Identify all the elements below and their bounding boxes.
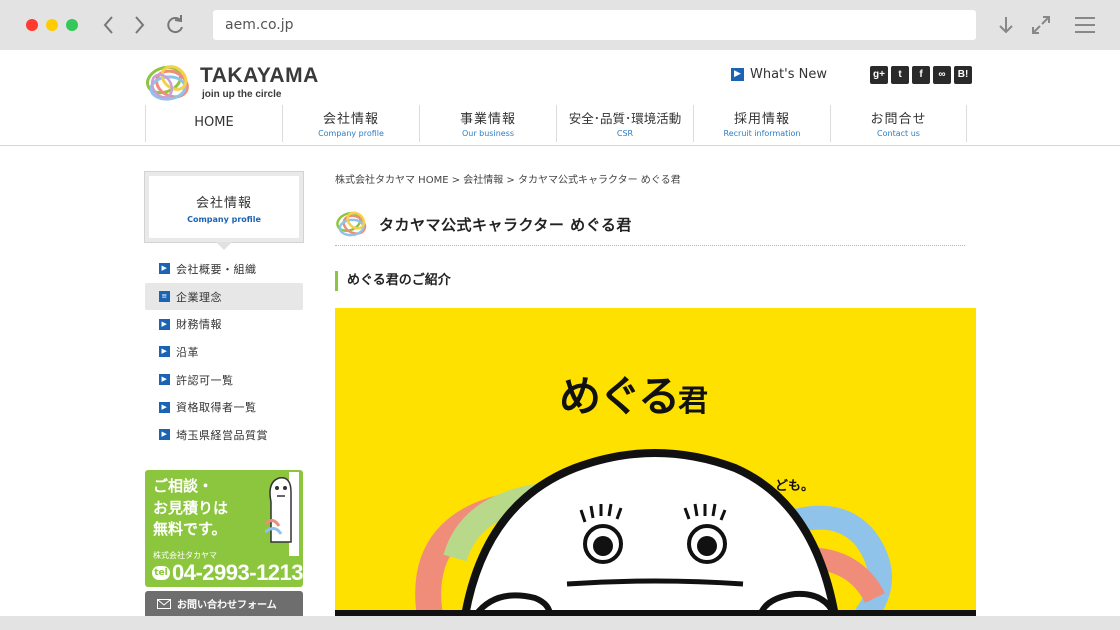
sidebar-item-qualifications[interactable]: ▶ 資格取得者一覧 <box>145 393 303 421</box>
sidebar-menu: ▶ 会社概要・組織 ≡ 企業理念 ▶ 財務情報 ▶ 沿革 ▶ 許認可一覧 ▶ 資… <box>145 255 303 449</box>
sidebar-item-philosophy[interactable]: ≡ 企業理念 <box>145 282 303 311</box>
site-logo[interactable]: TAKAYAMA join up the circle <box>144 60 318 106</box>
mascot-icon <box>265 472 299 556</box>
sidebar-item-label: 企業理念 <box>176 290 222 304</box>
page-title-bar: タカヤマ公式キャラクター めぐる君 <box>335 208 965 246</box>
sidebar-item-licenses[interactable]: ▶ 許認可一覧 <box>145 366 303 394</box>
mascot-name-title: めぐる君 <box>559 363 708 424</box>
google-plus-icon[interactable]: g+ <box>870 66 888 84</box>
contact-form-button[interactable]: お問い合わせフォーム <box>145 591 303 616</box>
consultation-text: ご相談・ お見積りは 無料です。 <box>153 476 228 541</box>
back-arrow-icon[interactable] <box>98 13 120 37</box>
nav-home[interactable]: HOME <box>145 105 282 142</box>
arrow-right-icon: ▶ <box>159 401 170 413</box>
list-icon: ≡ <box>159 291 170 303</box>
contact-form-label: お問い合わせフォーム <box>177 600 277 611</box>
phone-number: 04-2993-1213 <box>172 560 303 585</box>
nav-sublabel: Our business <box>461 129 515 138</box>
global-navigation: HOME 会社情報 Company profile 事業情報 Our busin… <box>145 105 967 142</box>
nav-sublabel: Recruit information <box>723 129 801 138</box>
phone-icon: tel <box>152 566 170 580</box>
nav-csr[interactable]: 安全･品質･環境活動 CSR <box>556 105 693 142</box>
sidebar-item-label: 許認可一覧 <box>176 373 234 387</box>
page-title: タカヤマ公式キャラクター めぐる君 <box>379 216 632 234</box>
arrow-right-icon: ▶ <box>159 318 170 330</box>
consultation-line: お見積りは <box>153 498 229 517</box>
nav-contact[interactable]: お問合せ Contact us <box>830 105 967 142</box>
address-bar[interactable]: aem.co.jp <box>213 10 976 40</box>
fullscreen-icon[interactable] <box>1030 14 1052 36</box>
nav-label: お問合せ <box>870 112 927 127</box>
menu-icon[interactable] <box>1074 14 1096 36</box>
browser-bottom-edge <box>0 616 1120 630</box>
sidebar-item-history[interactable]: ▶ 沿革 <box>145 338 303 366</box>
social-links: g+ t f ∞ B! <box>870 66 972 84</box>
nav-sublabel: Company profile <box>318 129 384 138</box>
nav-label: HOME <box>194 115 234 130</box>
sidebar-title-pointer <box>216 242 232 250</box>
sidebar-title: 会社情報 Company profile <box>144 171 304 243</box>
minimize-window-button[interactable] <box>46 19 58 31</box>
maximize-window-button[interactable] <box>66 19 78 31</box>
mascot-illustration <box>335 449 976 616</box>
nav-label: 安全･品質･環境活動 <box>568 111 682 126</box>
sidebar-item-label: 沿革 <box>176 345 199 359</box>
sidebar-item-label: 財務情報 <box>176 318 222 332</box>
logo-circles-icon <box>146 65 189 101</box>
arrow-right-icon: ▶ <box>159 374 170 386</box>
reload-icon[interactable] <box>164 13 186 37</box>
nav-label: 採用情報 <box>733 112 790 127</box>
twitter-icon[interactable]: t <box>891 66 909 84</box>
nav-recruit[interactable]: 採用情報 Recruit information <box>693 105 830 142</box>
nav-label: 事業情報 <box>459 112 516 127</box>
sidebar-item-label: 埼玉県経営品質賞 <box>176 428 268 442</box>
nav-sublabel: Contact us <box>877 129 920 138</box>
nav-label: 会社情報 <box>322 112 379 127</box>
consultation-line: 無料です。 <box>153 520 227 538</box>
sidebar-title-jp: 会社情報 <box>195 196 252 211</box>
logo-wordmark: TAKAYAMA <box>200 64 319 87</box>
consultation-line: ご相談・ <box>153 477 214 495</box>
section-heading: めぐる君のご紹介 <box>335 271 451 291</box>
sidebar-title-en: Company profile <box>187 215 261 224</box>
mascot-name: めぐる <box>559 372 680 421</box>
sidebar-item-label: 資格取得者一覧 <box>176 401 257 415</box>
close-window-button[interactable] <box>26 19 38 31</box>
mascot-hero-image: めぐる君 ども。 <box>335 308 976 616</box>
free-consultation-banner[interactable]: ご相談・ お見積りは 無料です。 株式会社タカヤマ tel 04-2993-12… <box>145 470 303 587</box>
nav-company-profile[interactable]: 会社情報 Company profile <box>282 105 419 142</box>
arrow-right-icon: ▶ <box>159 346 170 358</box>
facebook-icon[interactable]: f <box>912 66 930 84</box>
hatena-bookmark-icon[interactable]: B! <box>954 66 972 84</box>
webpage: TAKAYAMA join up the circle ▶ What's New… <box>0 50 1120 616</box>
arrow-right-icon: ▶ <box>731 68 744 81</box>
forward-arrow-icon[interactable] <box>128 13 150 37</box>
browser-toolbar: aem.co.jp <box>0 0 1120 50</box>
link-icon[interactable]: ∞ <box>933 66 951 84</box>
mail-icon <box>157 598 171 609</box>
whats-new-link[interactable]: ▶ What's New <box>731 67 827 82</box>
sidebar-item-overview[interactable]: ▶ 会社概要・組織 <box>145 255 303 283</box>
mascot-name-suffix: 君 <box>678 384 709 419</box>
whats-new-label: What's New <box>750 67 827 82</box>
mascot-speech: ども。 <box>775 479 815 494</box>
sidebar-item-quality-award[interactable]: ▶ 埼玉県経営品質賞 <box>145 421 303 449</box>
site-header: TAKAYAMA join up the circle ▶ What's New… <box>0 50 1120 146</box>
arrow-right-icon: ▶ <box>159 429 170 441</box>
nav-our-business[interactable]: 事業情報 Our business <box>419 105 556 142</box>
download-icon[interactable] <box>995 14 1017 36</box>
nav-sublabel: CSR <box>616 129 634 138</box>
logo-tagline: join up the circle <box>202 89 282 100</box>
breadcrumb[interactable]: 株式会社タカヤマ HOME > 会社情報 > タカヤマ公式キャラクター めぐる君 <box>335 171 681 186</box>
logo-circles-icon <box>336 211 367 237</box>
sidebar-item-label: 会社概要・組織 <box>176 262 257 276</box>
sidebar-item-financial[interactable]: ▶ 財務情報 <box>145 310 303 338</box>
arrow-right-icon: ▶ <box>159 263 170 275</box>
